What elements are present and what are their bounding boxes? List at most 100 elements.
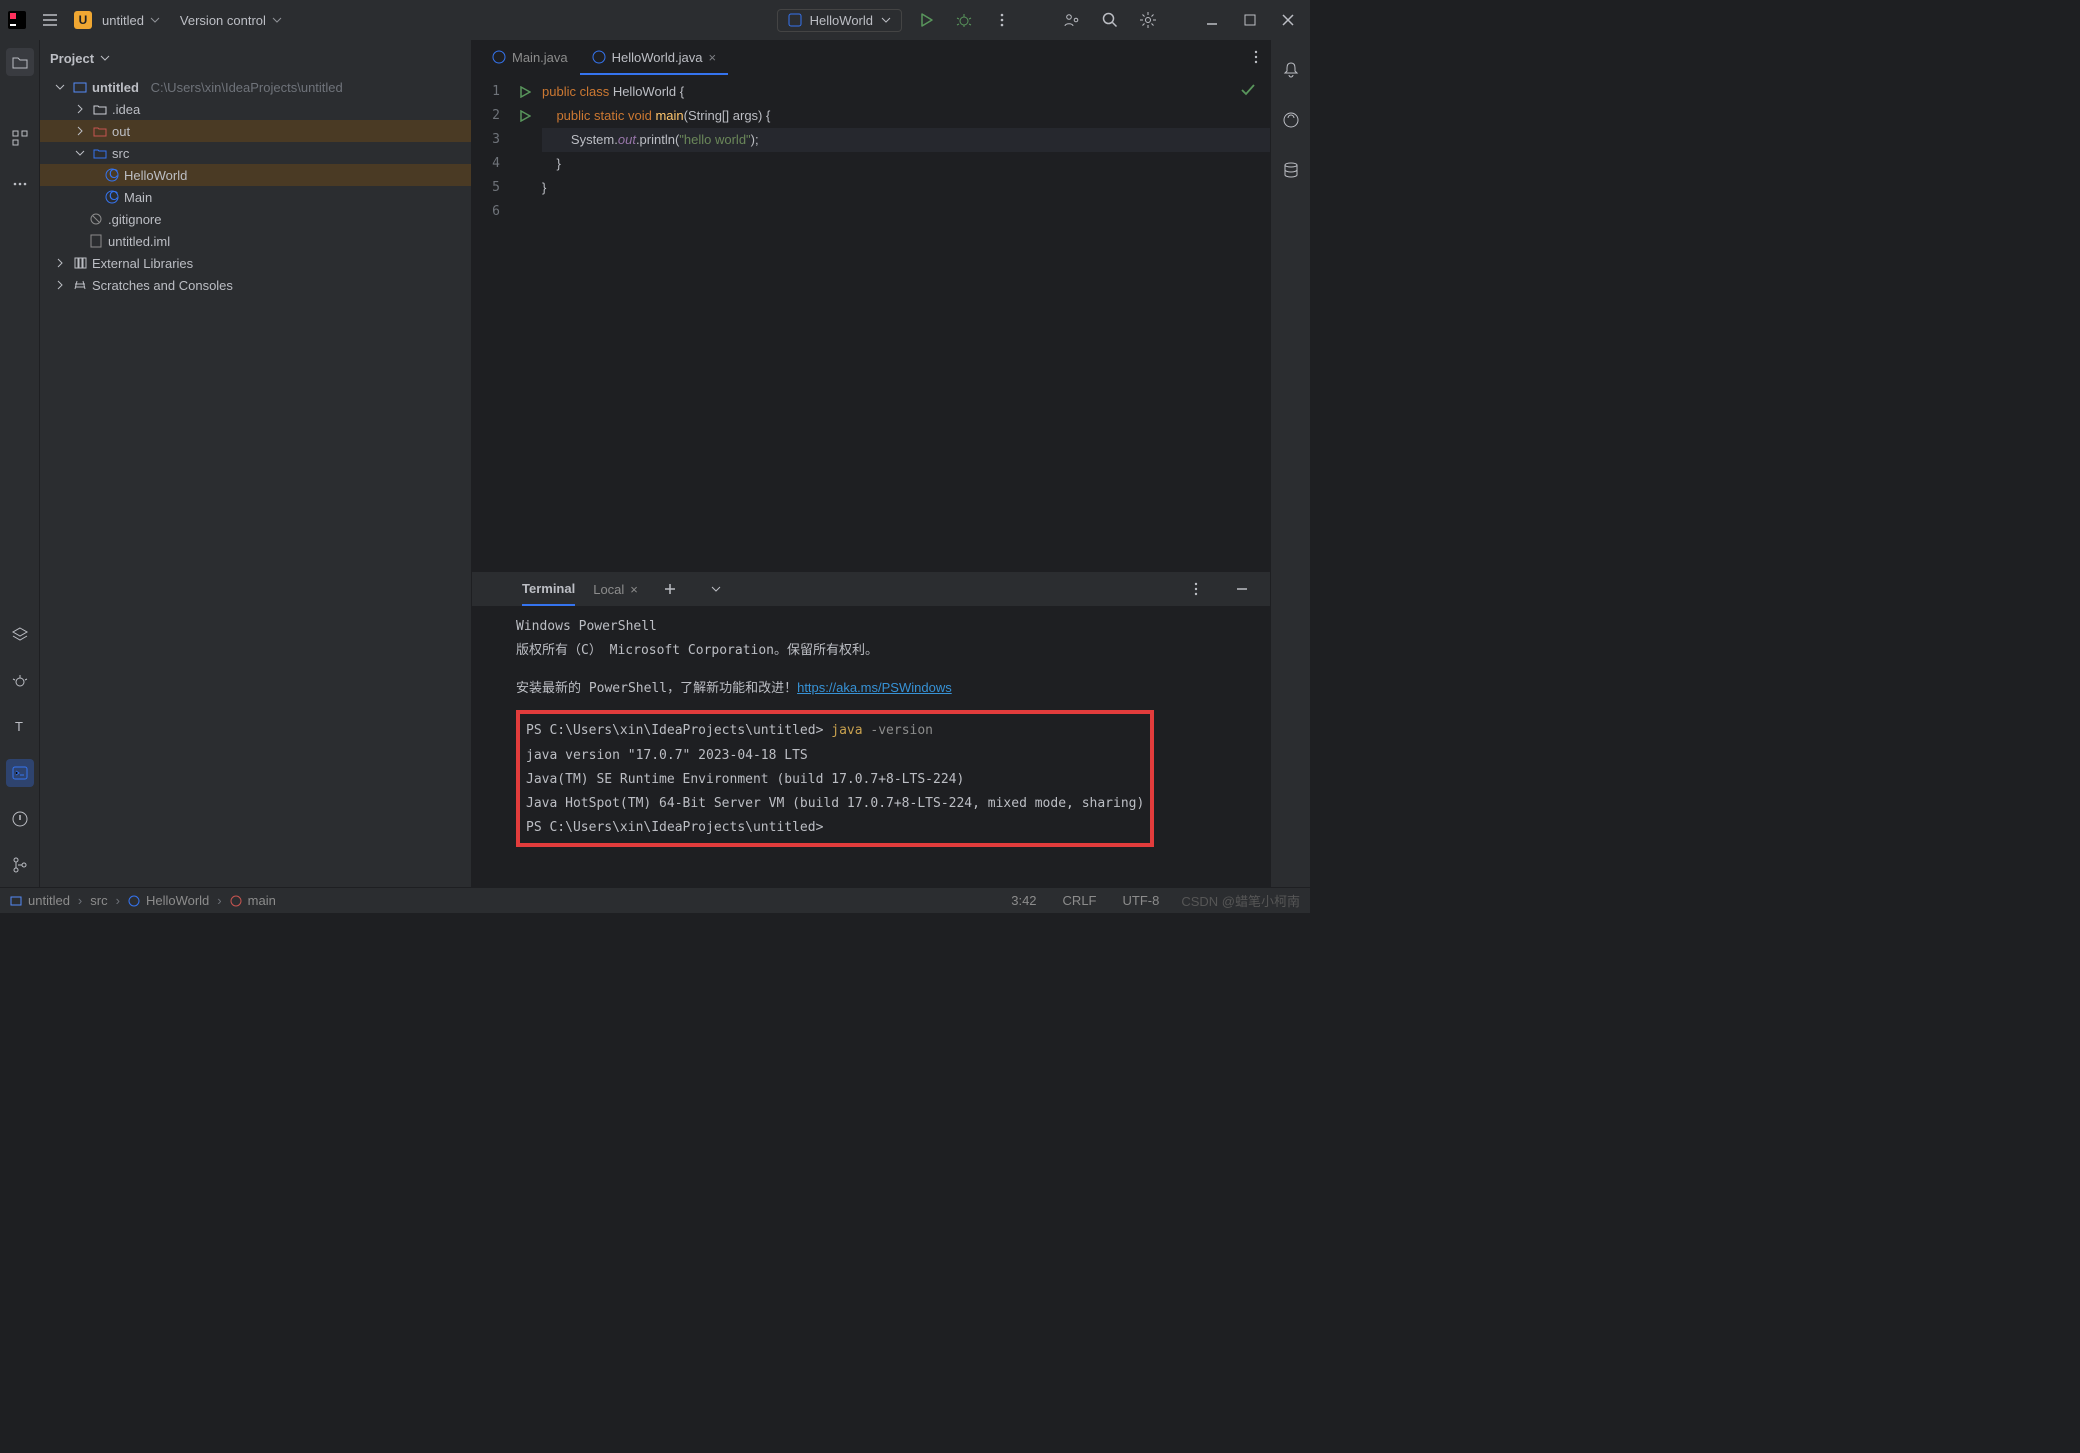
tree-item-main[interactable]: C Main [40,186,471,208]
terminal-dropdown-icon[interactable] [702,575,730,603]
tree-item-src[interactable]: src [40,142,471,164]
line-separator[interactable]: CRLF [1063,893,1097,908]
node-label: Scratches and Consoles [92,278,233,293]
svg-text:T: T [15,719,23,734]
search-icon[interactable] [1096,6,1124,34]
close-tab-icon[interactable]: × [708,50,716,65]
notifications-icon[interactable] [1277,56,1305,84]
vcs-dropdown[interactable]: Version control [180,13,282,28]
expand-toggle-icon[interactable] [52,258,68,268]
project-tool-icon[interactable] [6,48,34,76]
breadcrumb-separator: › [116,893,120,908]
project-badge: U [74,11,92,29]
tab-main-java[interactable]: Main.java [480,41,580,75]
services-tool-icon[interactable] [6,621,34,649]
breadcrumb-project[interactable]: untitled [10,893,70,908]
tab-helloworld-java[interactable]: HelloWorld.java × [580,41,728,75]
git-tool-icon[interactable] [6,851,34,879]
minimize-button[interactable] [1198,6,1226,34]
terminal-tab-local[interactable]: Local × [593,572,638,606]
terminal-tool-icon[interactable] [6,759,34,787]
run-config-selector[interactable]: HelloWorld [777,9,902,32]
expand-toggle-icon[interactable] [52,280,68,290]
node-label: .gitignore [108,212,161,227]
run-config-label: HelloWorld [810,13,873,28]
module-icon [10,895,22,907]
expand-toggle-icon[interactable] [72,148,88,158]
tab-more-icon[interactable] [1242,43,1270,71]
tree-item-helloworld[interactable]: C HelloWorld [40,164,471,186]
tree-item-external[interactable]: External Libraries [40,252,471,274]
expand-toggle-icon[interactable] [72,126,88,136]
tab-label: Main.java [512,50,568,65]
settings-icon[interactable] [1134,6,1162,34]
highlighted-terminal-block: PS C:\Users\xin\IdeaProjects\untitled> j… [516,710,1154,847]
new-terminal-icon[interactable] [656,575,684,603]
module-icon [72,80,88,94]
inspection-ok-icon[interactable] [1240,82,1256,98]
expand-toggle-icon[interactable] [52,82,68,92]
project-tree[interactable]: untitled C:\Users\xin\IdeaProjects\untit… [40,76,471,887]
chevron-down-icon [881,15,891,25]
terminal-panel: Terminal Local × Windows PowerShell 版权所有… [472,571,1270,887]
project-panel-header[interactable]: Project [40,40,471,76]
class-icon [492,50,506,64]
more-icon[interactable] [988,6,1016,34]
svg-text:C: C [109,168,118,181]
debug-button[interactable] [950,6,978,34]
chevron-down-icon [100,53,110,63]
code-content[interactable]: public class HelloWorld { public static … [542,76,1270,571]
tree-item-gitignore[interactable]: .gitignore [40,208,471,230]
tree-root[interactable]: untitled C:\Users\xin\IdeaProjects\untit… [40,76,471,98]
build-tool-icon[interactable]: T [6,713,34,741]
breadcrumb-class[interactable]: HelloWorld [128,893,209,908]
tree-item-out[interactable]: out [40,120,471,142]
project-name-dropdown[interactable]: untitled [102,13,160,28]
root-path: C:\Users\xin\IdeaProjects\untitled [151,80,343,95]
tree-item-scratch[interactable]: Scratches and Consoles [40,274,471,296]
iml-file-icon [88,234,104,248]
run-gutter-icon[interactable] [519,86,531,98]
code-editor[interactable]: 1 2 3 4 5 6 public class HelloWorld { pu… [472,76,1270,571]
terminal-title[interactable]: Terminal [522,572,575,606]
node-label: Main [124,190,152,205]
breadcrumb-separator: › [78,893,82,908]
debug-tool-icon[interactable] [6,667,34,695]
run-gutter-icon[interactable] [519,110,531,122]
file-encoding[interactable]: UTF-8 [1123,893,1160,908]
node-label: .idea [112,102,140,117]
hide-terminal-icon[interactable] [1228,575,1256,603]
titlebar: U untitled Version control HelloWorld [0,0,1310,40]
run-button[interactable] [912,6,940,34]
main-menu-icon[interactable] [36,6,64,34]
terminal-more-icon[interactable] [1182,575,1210,603]
breadcrumb-method[interactable]: main [230,893,276,908]
close-button[interactable] [1274,6,1302,34]
expand-toggle-icon[interactable] [72,104,88,114]
terminal-output[interactable]: Windows PowerShell 版权所有（C） Microsoft Cor… [472,606,1270,887]
node-label: out [112,124,130,139]
more-tools-icon[interactable] [6,170,34,198]
class-icon [592,50,606,64]
tree-item-iml[interactable]: untitled.iml [40,230,471,252]
ai-assistant-icon[interactable] [1277,106,1305,134]
problems-tool-icon[interactable] [6,805,34,833]
structure-tool-icon[interactable] [6,124,34,152]
breadcrumb-src[interactable]: src [90,893,107,908]
chevron-down-icon [272,15,282,25]
root-name: untitled [92,80,139,95]
terminal-header: Terminal Local × [472,572,1270,606]
library-icon [72,256,88,270]
csdn-watermark: CSDN @蜡笔小柯南 [1181,891,1300,910]
run-config-icon [788,13,802,27]
code-with-me-icon[interactable] [1058,6,1086,34]
close-tab-icon[interactable]: × [630,582,638,597]
powershell-link[interactable]: https://aka.ms/PSWindows [797,680,952,695]
caret-position[interactable]: 3:42 [1011,893,1036,908]
tree-item-idea[interactable]: .idea [40,98,471,120]
maximize-button[interactable] [1236,6,1264,34]
class-icon: C [104,190,120,204]
node-label: src [112,146,129,161]
database-icon[interactable] [1277,156,1305,184]
run-gutter [508,76,542,571]
